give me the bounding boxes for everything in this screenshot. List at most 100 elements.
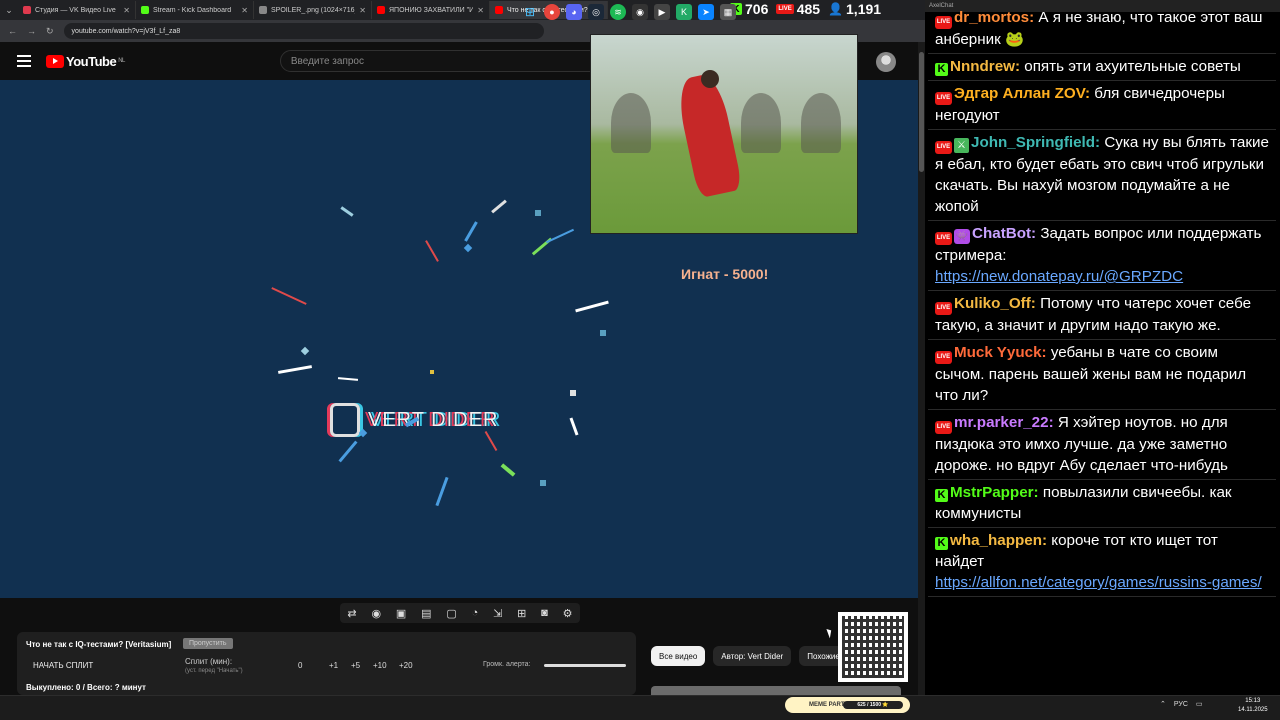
- split-value: 0: [298, 661, 303, 670]
- browser-tab[interactable]: Stream - Kick Dashboard ✕: [136, 1, 254, 19]
- vk-live-badge-icon: LIVE: [935, 232, 952, 245]
- chat-link[interactable]: https://new.donatepay.ru/@GRPZDC: [935, 268, 1183, 285]
- speed-icon[interactable]: ◔: [472, 607, 479, 619]
- add-10-button[interactable]: +10: [373, 661, 387, 670]
- taskbar-clock[interactable]: 15:13 14.11.2025: [1238, 697, 1268, 715]
- vk-live-icon: LIVE: [776, 4, 794, 14]
- obs-icon[interactable]: ◉: [632, 4, 648, 20]
- chat-message: Kwha_happen: короче тот кто ищет тот най…: [928, 528, 1276, 597]
- discord-icon[interactable]: ◕: [566, 4, 582, 20]
- confetti-piece: [338, 440, 358, 463]
- region-code: NL: [118, 58, 125, 64]
- tab-favicon: [141, 6, 149, 14]
- chat-username[interactable]: mr.parker_22:: [954, 414, 1054, 431]
- chat-username[interactable]: Kuliko_Off:: [954, 295, 1036, 312]
- clock-time: 15:13: [1245, 698, 1261, 704]
- channel-intro-text: VERT DIDER: [368, 408, 499, 431]
- fit-icon[interactable]: ⇲: [493, 607, 502, 620]
- close-icon[interactable]: ✕: [123, 6, 130, 15]
- vk-live-badge-icon: LIVE: [935, 351, 952, 364]
- bot-badge-icon: 👾: [954, 229, 970, 244]
- close-icon[interactable]: ✕: [477, 6, 484, 15]
- add-icon[interactable]: ⊞: [517, 607, 526, 620]
- chat-username[interactable]: ChatBot:: [972, 225, 1036, 242]
- cast-icon[interactable]: ▣: [396, 607, 406, 620]
- chat-link[interactable]: https://allfon.net/category/games/russin…: [935, 574, 1262, 591]
- tab-search-icon[interactable]: ⌄: [0, 1, 18, 19]
- alert-volume-label: Громк. алерта:: [483, 661, 531, 668]
- vk-live-badge-icon: LIVE: [935, 302, 952, 315]
- language-indicator[interactable]: РУС: [1174, 701, 1188, 708]
- reload-icon[interactable]: ↻: [46, 26, 54, 37]
- taskbar-apps: ⊞ ● ◕ ◎ ≋ ◉ ▶ K ➤ ▦: [522, 4, 736, 20]
- close-icon[interactable]: ✕: [241, 6, 248, 15]
- chat-messages: LIVE dr_mortos: А я не знаю, что такое эт…: [925, 5, 1280, 597]
- steam-icon[interactable]: ◎: [588, 4, 604, 20]
- chat-message: K MstrPapper: повылазили свичеебы. как ко…: [928, 480, 1276, 528]
- chat-username[interactable]: wha_happen:: [950, 532, 1047, 549]
- chat-panel: AxelChat LIVE dr_mortos: А я не знаю, что…: [925, 0, 1280, 695]
- chip-author[interactable]: Автор: Vert Dider: [713, 646, 792, 666]
- start-icon[interactable]: ⊞: [522, 4, 538, 20]
- clip-icon[interactable]: ▤: [421, 607, 431, 620]
- browser-tab[interactable]: Студия — VK Видео Live ✕: [18, 1, 136, 19]
- page-scrollbar[interactable]: [918, 42, 925, 695]
- network-icon[interactable]: ▭: [1196, 700, 1203, 708]
- media-icon[interactable]: ▶: [654, 4, 670, 20]
- chrome-icon[interactable]: ●: [544, 4, 560, 20]
- screen: ⌄ Студия — VK Видео Live ✕ Stream - Kick D…: [0, 0, 1280, 720]
- alert-volume-slider[interactable]: [544, 664, 626, 667]
- loop-icon[interactable]: ⇄: [347, 607, 356, 620]
- tv-icon: [330, 403, 360, 437]
- telegram-icon[interactable]: ➤: [698, 4, 714, 20]
- close-icon[interactable]: ✕: [359, 6, 366, 15]
- menu-icon[interactable]: [17, 55, 31, 67]
- search-input[interactable]: Введите запрос: [279, 50, 600, 72]
- add-1-button[interactable]: +1: [329, 661, 338, 670]
- tab-favicon: [495, 6, 503, 14]
- browser-tab[interactable]: ЯПОНИЮ ЗАХВАТИЛИ "ИНОС ✕: [372, 1, 490, 19]
- confetti-piece: [463, 243, 473, 253]
- chat-username[interactable]: John_Springfield:: [971, 134, 1100, 151]
- meme-party-widget: MEME PARTY 625 / 1500 ⭐: [785, 697, 910, 713]
- gear-icon[interactable]: ⚙: [563, 607, 573, 620]
- chat-username[interactable]: Muck Yyuck:: [954, 344, 1047, 361]
- confetti-piece: [500, 463, 516, 477]
- forward-icon[interactable]: →: [27, 26, 36, 36]
- tray-chevron-icon[interactable]: ⌃: [1160, 700, 1166, 708]
- confetti-piece: [569, 417, 579, 436]
- chat-username[interactable]: dr_mortos:: [954, 9, 1034, 26]
- related-thumbnail[interactable]: [651, 686, 901, 695]
- skip-button[interactable]: Пропустить: [183, 638, 233, 649]
- confetti-piece: [425, 240, 439, 262]
- stream-stats: K706 LIVE485 👤1,191: [730, 0, 881, 18]
- chat-message: LIVE mr.parker_22: Я хэйтер ноутов. но дл…: [928, 410, 1276, 480]
- spotify-icon[interactable]: ≋: [610, 4, 626, 20]
- add-20-button[interactable]: +20: [399, 661, 413, 670]
- chat-username[interactable]: Nnndrew:: [950, 58, 1020, 75]
- explorer-icon[interactable]: ▦: [720, 4, 736, 20]
- url-field[interactable]: youtube.com/watch?v=jV3f_Lf_za8: [63, 23, 544, 39]
- confetti-piece: [570, 390, 576, 396]
- confetti-piece: [340, 206, 354, 217]
- confetti-piece: [277, 365, 313, 374]
- avatar[interactable]: [876, 52, 896, 72]
- system-tray: ⌃ РУС ▭: [1160, 700, 1203, 709]
- add-5-button[interactable]: +5: [351, 661, 360, 670]
- back-icon[interactable]: ←: [8, 26, 17, 36]
- youtube-logo[interactable]: YouTube NL: [46, 54, 125, 69]
- tab-title: Stream - Kick Dashboard: [153, 6, 232, 14]
- kick-app-icon[interactable]: K: [676, 4, 692, 20]
- confetti-piece: [300, 346, 310, 356]
- browser-tab[interactable]: SPOILER_.png (1024×716) ✕: [254, 1, 372, 19]
- screenshot-icon[interactable]: ◙: [541, 607, 548, 619]
- chat-username[interactable]: MstrPapper:: [950, 484, 1039, 501]
- chat-message: LIVE 👾 ChatBot: Задать вопрос или поддержа…: [928, 221, 1276, 291]
- chat-text: опять эти ахуительные советы: [1024, 58, 1241, 75]
- meme-party-progress: 625 / 1500 ⭐: [843, 701, 903, 709]
- chat-username[interactable]: Эдгар Аллан ZOV:: [954, 85, 1090, 102]
- start-split-button[interactable]: НАЧАТЬ СПЛИТ: [33, 661, 93, 670]
- audio-icon[interactable]: ◉: [371, 607, 381, 620]
- chip-all-videos[interactable]: Все видео: [651, 646, 706, 666]
- pip-icon[interactable]: ▢: [446, 607, 456, 620]
